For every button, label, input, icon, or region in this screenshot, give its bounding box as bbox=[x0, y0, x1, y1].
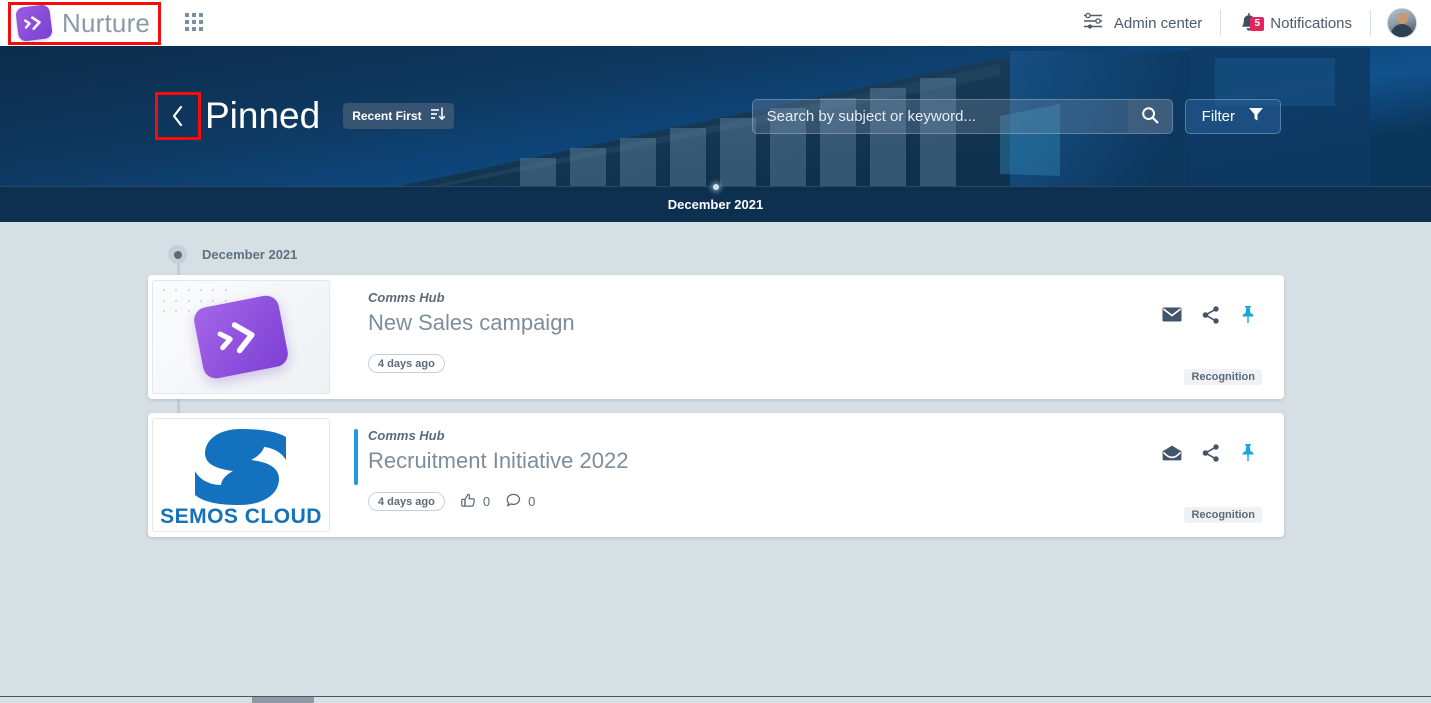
search-icon bbox=[1141, 106, 1159, 127]
pin-icon[interactable] bbox=[1240, 305, 1256, 324]
post-text-block: Comms Hub Recruitment Initiative 2022 4 … bbox=[368, 427, 1134, 537]
brand-name-label: Nurture bbox=[62, 7, 151, 38]
post-actions: Recognition bbox=[1134, 427, 1284, 537]
nurture-chevrons-logo-icon bbox=[15, 4, 53, 42]
comment-count: 0 bbox=[528, 494, 536, 509]
post-thumbnail: SEMOS CLOUD bbox=[152, 418, 330, 532]
search-box bbox=[751, 98, 1173, 134]
like-counter[interactable]: 0 bbox=[461, 493, 490, 511]
scrollbar-thumb[interactable] bbox=[252, 697, 314, 703]
admin-center-label: Admin center bbox=[1113, 14, 1203, 32]
post-body: Comms Hub New Sales campaign 4 days ago bbox=[330, 275, 1284, 399]
post-icon-row bbox=[1134, 305, 1284, 324]
chevron-left-icon bbox=[172, 105, 183, 127]
post-title[interactable]: Recruitment Initiative 2022 bbox=[368, 448, 1134, 474]
share-icon[interactable] bbox=[1202, 305, 1220, 324]
timeline-group-label: December 2021 bbox=[202, 247, 298, 262]
post-meta-row: 4 days ago 0 0 bbox=[368, 492, 1134, 511]
post-source: Comms Hub bbox=[368, 290, 445, 305]
post-accent-bar bbox=[354, 429, 358, 485]
admin-center-button[interactable]: Admin center bbox=[1065, 9, 1220, 37]
filter-label: Filter bbox=[1201, 107, 1235, 125]
post-meta-row: 4 days ago bbox=[368, 354, 1134, 373]
search-button[interactable] bbox=[1127, 99, 1172, 133]
search-area: Filter bbox=[751, 98, 1281, 134]
share-icon[interactable] bbox=[1202, 443, 1220, 462]
post-timestamp: 4 days ago bbox=[368, 492, 445, 511]
notifications-badge: 5 bbox=[1250, 16, 1265, 31]
envelope-open-icon[interactable] bbox=[1162, 445, 1182, 461]
back-button[interactable] bbox=[155, 92, 201, 140]
post-title[interactable]: New Sales campaign bbox=[368, 310, 1134, 336]
nurture-chevrons-logo-icon bbox=[191, 293, 291, 381]
topbar-divider-2 bbox=[1370, 10, 1371, 36]
sliders-icon bbox=[1083, 12, 1103, 34]
post-tag: Recognition bbox=[1184, 369, 1262, 385]
post-card[interactable]: Comms Hub New Sales campaign 4 days ago bbox=[148, 275, 1284, 399]
top-navigation-bar: Nurture Admin center 5 Notifications bbox=[0, 0, 1431, 46]
post-tag: Recognition bbox=[1184, 507, 1262, 523]
semos-cloud-logo-icon: SEMOS CLOUD bbox=[153, 419, 329, 531]
like-count: 0 bbox=[482, 494, 491, 509]
filter-button[interactable]: Filter bbox=[1184, 98, 1281, 134]
sort-label: Recent First bbox=[352, 109, 422, 123]
post-body: Comms Hub Recruitment Initiative 2022 4 … bbox=[330, 413, 1284, 537]
thumbs-up-icon bbox=[461, 493, 476, 511]
avatar[interactable] bbox=[1387, 8, 1417, 38]
semos-cloud-wordmark: SEMOS CLOUD bbox=[160, 505, 322, 528]
post-thumbnail bbox=[152, 280, 330, 394]
sort-order-button[interactable]: Recent First bbox=[343, 103, 454, 129]
app-grid-icon[interactable] bbox=[185, 13, 205, 33]
hero-controls-row: Pinned Recent First Search by subject or… bbox=[0, 46, 1431, 186]
timeline-group-header: December 2021 bbox=[168, 245, 297, 264]
bell-icon: 5 bbox=[1239, 12, 1265, 34]
sort-descending-icon bbox=[430, 107, 445, 125]
post-actions: Recognition bbox=[1134, 289, 1284, 399]
envelope-closed-icon[interactable] bbox=[1162, 307, 1182, 322]
horizontal-scrollbar[interactable] bbox=[0, 696, 1431, 703]
search-input[interactable] bbox=[752, 99, 1128, 133]
comment-counter[interactable]: 0 bbox=[506, 493, 535, 511]
pin-icon[interactable] bbox=[1240, 443, 1256, 462]
post-icon-row bbox=[1134, 443, 1284, 462]
notifications-button[interactable]: 5 Notifications bbox=[1221, 9, 1370, 37]
post-source: Comms Hub bbox=[368, 428, 445, 443]
month-band-label: December 2021 bbox=[667, 197, 764, 212]
page-title: Pinned bbox=[205, 95, 321, 136]
brand-home-link[interactable]: Nurture bbox=[8, 1, 162, 45]
month-band: December 2021 bbox=[0, 184, 1431, 222]
timeline-node-icon bbox=[168, 245, 187, 264]
topbar-actions: Admin center 5 Notifications bbox=[1065, 0, 1431, 46]
post-text-block: Comms Hub New Sales campaign 4 days ago bbox=[368, 289, 1134, 399]
app-root: Nurture Admin center 5 Notifications Pin… bbox=[0, 0, 1431, 703]
notifications-label: Notifications bbox=[1270, 14, 1352, 32]
funnel-icon bbox=[1248, 106, 1264, 126]
post-card[interactable]: SEMOS CLOUD Comms Hub Recruitment Initia… bbox=[148, 413, 1284, 537]
post-timestamp: 4 days ago bbox=[368, 354, 445, 373]
comment-bubble-icon bbox=[506, 493, 521, 511]
hero-banner: Pinned Recent First Search by subject or… bbox=[0, 46, 1431, 186]
